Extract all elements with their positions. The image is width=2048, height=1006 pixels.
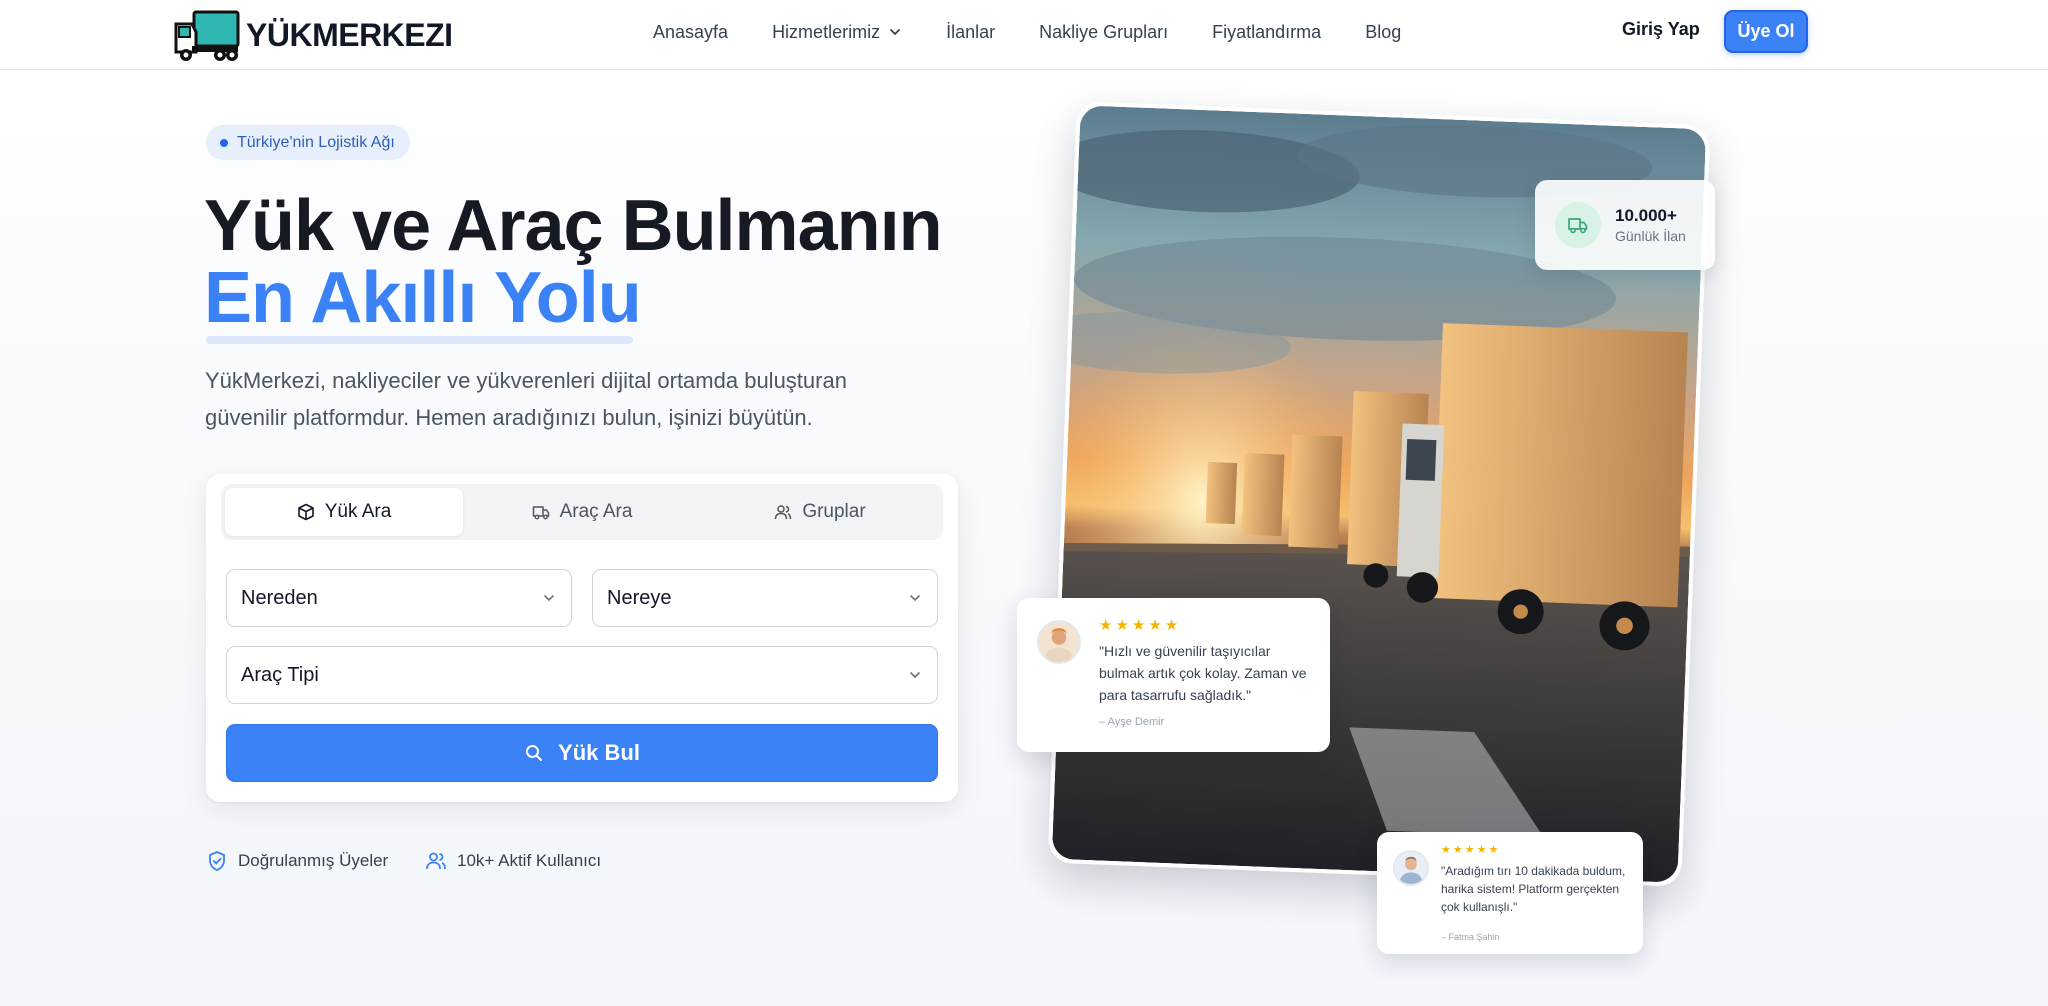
nav-link-blog[interactable]: Blog (1365, 22, 1401, 43)
brand-logo[interactable]: YÜKMERKEZI (172, 6, 453, 64)
top-navbar: YÜKMERKEZI Anasayfa Hizmetlerimiz İlanla… (0, 0, 2048, 70)
review-author: – Ayşe Demir (1099, 716, 1165, 728)
review-quote: "Aradığım tırı 10 dakikada buldum, harik… (1441, 864, 1626, 914)
badge-text: Türkiye'nin Lojistik Ağı (237, 133, 395, 151)
review-author: – Fatma Şahin (1441, 932, 1500, 942)
vehicle-type-select-value: Araç Tipi (241, 663, 319, 686)
nav-link-listings[interactable]: İlanlar (946, 22, 995, 43)
search-icon (526, 745, 543, 761)
hero-description: YükMerkezi, nakliyeciler ve yükverenleri… (205, 368, 847, 430)
signup-button[interactable]: Üye Ol (1724, 10, 1808, 53)
tab-groups[interactable]: Gruplar (701, 488, 939, 536)
stat-label: Günlük İlan (1615, 228, 1686, 244)
hero-badge: Türkiye'nin Lojistik Ağı (206, 125, 410, 160)
tab-load-search-label: Yük Ara (324, 501, 392, 522)
chevron-down-icon (910, 672, 920, 679)
users-icon (426, 852, 446, 870)
box-icon (297, 503, 314, 521)
trust-active-users-label: 10k+ Aktif Kullanıcı (457, 851, 602, 870)
search-tabs: Yük Ara Araç Ara Gruplar (221, 484, 943, 540)
nav-link-pricing[interactable]: Fiyatlandırma (1212, 22, 1321, 43)
stat-icon-wrap (1555, 202, 1601, 248)
review-card: ★★★★★ "Aradığım tırı 10 dakikada buldum,… (1377, 832, 1643, 954)
stat-value: 10.000+ (1615, 206, 1677, 225)
users-icon (775, 505, 792, 520)
find-load-button-label: Yük Bul (558, 740, 640, 765)
stat-text: 10.000+ Günlük İlan (1615, 206, 1686, 244)
chevron-down-icon (910, 595, 920, 602)
destination-select-value: Nereye (607, 586, 672, 609)
chevron-down-icon (890, 29, 900, 36)
destination-select[interactable]: Nereye (592, 569, 938, 627)
tab-groups-label: Gruplar (802, 501, 866, 522)
brand-name: YÜKMERKEZI (246, 16, 453, 53)
tab-vehicle-search-label: Araç Ara (559, 501, 633, 522)
review-rating-stars: ★★★★★ (1099, 617, 1182, 634)
nav-link-home[interactable]: Anasayfa (653, 22, 728, 43)
nav-link-services[interactable]: Hizmetlerimiz (772, 22, 902, 43)
review-card: ★★★★★ "Hızlı ve güvenilir taşıyıcılar bu… (1017, 598, 1330, 752)
main-nav: Anasayfa Hizmetlerimiz İlanlar Nakliye G… (653, 0, 1445, 64)
hero-title: Yük ve Araç Bulmanın (204, 186, 943, 266)
chevron-down-icon (544, 595, 554, 602)
review-rating-stars: ★★★★★ (1441, 844, 1501, 856)
truck-icon (1568, 218, 1588, 234)
trust-verified: Doğrulanmış Üyeler (206, 850, 388, 872)
review-quote: "Hızlı ve güvenilir taşıyıcılar bulmak a… (1099, 643, 1307, 703)
avatar (1393, 850, 1429, 886)
tab-load-search[interactable]: Yük Ara (225, 488, 463, 536)
nav-link-groups[interactable]: Nakliye Grupları (1039, 22, 1168, 43)
vehicle-type-select[interactable]: Araç Tipi (226, 646, 938, 704)
shield-check-icon (209, 851, 225, 871)
nav-link-services-label: Hizmetlerimiz (772, 21, 881, 42)
badge-dot-icon (220, 138, 228, 147)
avatar (1037, 620, 1081, 664)
find-load-button[interactable]: Yük Bul (226, 724, 938, 782)
person-avatar-icon (1044, 628, 1074, 662)
tab-vehicle-search[interactable]: Araç Ara (463, 488, 701, 536)
origin-select-value: Nereden (241, 586, 318, 609)
trust-verified-label: Doğrulanmış Üyeler (238, 851, 389, 870)
truck-logo-icon (174, 10, 240, 61)
trust-active-users: 10k+ Aktif Kullanıcı (425, 850, 601, 872)
search-card: Yük Ara Araç Ara Gruplar Nereden Nereye … (206, 474, 958, 802)
daily-listings-stat: 10.000+ Günlük İlan (1535, 180, 1715, 270)
origin-select[interactable]: Nereden (226, 569, 572, 627)
login-link[interactable]: Giriş Yap (1622, 19, 1700, 40)
truck-icon (532, 506, 549, 520)
person-avatar-icon (1399, 856, 1423, 884)
hero-title-accent: En Akıllı Yolu (204, 258, 642, 338)
